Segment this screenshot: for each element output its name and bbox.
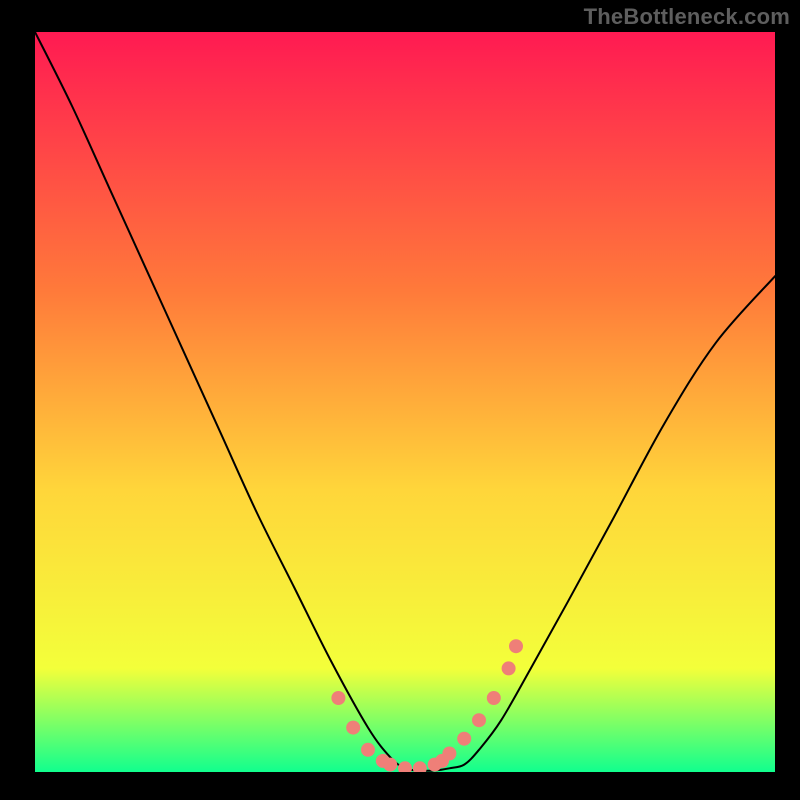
highlight-marker — [383, 758, 397, 772]
highlight-marker — [472, 713, 486, 727]
highlight-marker — [346, 721, 360, 735]
plot-svg — [35, 32, 775, 772]
highlight-marker — [502, 661, 516, 675]
highlight-marker — [487, 691, 501, 705]
highlight-marker — [442, 747, 456, 761]
watermark-label: TheBottleneck.com — [584, 4, 790, 30]
gradient-background — [35, 32, 775, 772]
highlight-marker — [509, 639, 523, 653]
highlight-marker — [457, 732, 471, 746]
highlight-marker — [361, 743, 375, 757]
plot-area — [35, 32, 775, 772]
chart-frame: TheBottleneck.com — [0, 0, 800, 800]
highlight-marker — [331, 691, 345, 705]
